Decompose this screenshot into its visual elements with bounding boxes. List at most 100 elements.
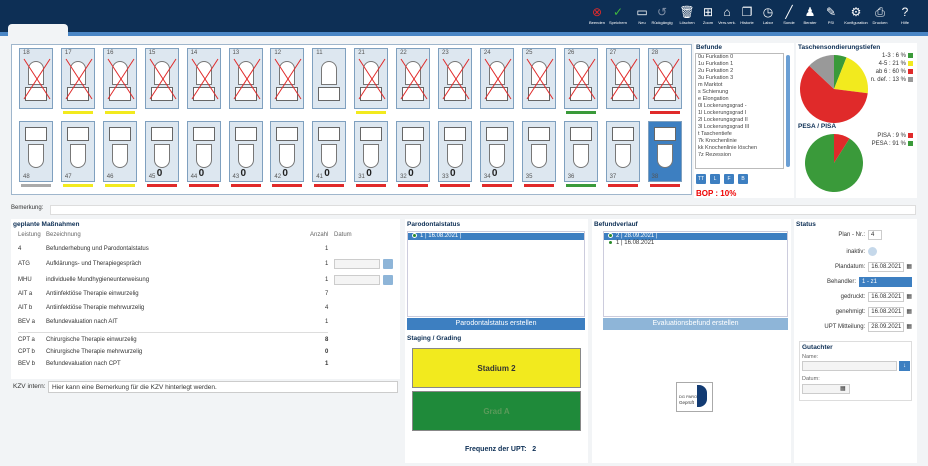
- measure-row[interactable]: MHU individuelle Mundhygieneunterweisung 1: [18, 275, 398, 287]
- tooth[interactable]: 11: [312, 48, 347, 109]
- measure-row[interactable]: CPT a Chirurgische Therapie einwurzelig 8: [18, 337, 398, 347]
- befv-list[interactable]: 2 | 28.09.2021 | 1 | 16.08.2021: [603, 231, 788, 317]
- findings-item[interactable]: s Schienung: [696, 89, 783, 96]
- findings-item[interactable]: 2u Furkation 2: [696, 68, 783, 75]
- tooth[interactable]: 13: [228, 48, 263, 109]
- measure-row[interactable]: ATG Aufklärungs- und Therapiegespräch 1: [18, 259, 398, 271]
- tooth[interactable]: 34 0: [479, 121, 514, 182]
- measure-row[interactable]: BEV b Befundevaluation nach CPT 1: [18, 361, 398, 371]
- calendar-icon[interactable]: ▦: [906, 324, 912, 330]
- dental-chart[interactable]: 18 17 16 15 14 13 12 11 21 22 23 24 25 26 27 28 48 47 46 45…: [11, 44, 692, 195]
- main-tab[interactable]: [8, 24, 68, 36]
- findings-item[interactable]: 1l Lockerungsgrad I: [696, 110, 783, 117]
- datum-label: Datum:: [802, 376, 820, 382]
- findings-item[interactable]: 7k Knochenlinie: [696, 138, 783, 145]
- upt-row: UPT Mitteilung: 28.09.2021 ▦: [824, 322, 912, 333]
- upt-field[interactable]: 28.09.2021: [868, 322, 905, 332]
- tooth[interactable]: 32 0: [396, 121, 431, 182]
- create-evaluation-button[interactable]: Evaluationsbefund erstellen: [603, 318, 788, 330]
- tooth[interactable]: 36: [563, 121, 598, 182]
- remark-input[interactable]: [50, 205, 916, 215]
- genehmigt-field[interactable]: 16.08.2021: [868, 307, 905, 317]
- measure-date-input[interactable]: [334, 259, 380, 269]
- paro-item[interactable]: 1 | 16.08.2021 |: [408, 233, 584, 240]
- tooth[interactable]: 37: [605, 121, 640, 182]
- findings-button-f[interactable]: F: [724, 174, 734, 184]
- tooth[interactable]: 41 0: [312, 121, 347, 182]
- create-paro-status-button[interactable]: Parodontalstatus erstellen: [407, 318, 585, 330]
- plan-number-field[interactable]: 4: [868, 230, 882, 240]
- measure-row[interactable]: AIT a Antiinfektiöse Therapie einwurzelig…: [18, 291, 398, 301]
- tooth[interactable]: 17: [60, 48, 95, 109]
- tooth[interactable]: 26: [563, 48, 598, 109]
- findings-item[interactable]: t Taschentiefe: [696, 131, 783, 138]
- tooth[interactable]: 28: [647, 48, 682, 109]
- legend-swatch-green: [908, 141, 913, 146]
- findings-item[interactable]: 2l Lockerungsgrad II: [696, 117, 783, 124]
- gutachter-name-input[interactable]: [802, 361, 897, 371]
- tooth[interactable]: 45 0: [144, 121, 179, 182]
- findings-item[interactable]: 1u Furkation 1: [696, 61, 783, 68]
- measure-qty: 1: [325, 319, 329, 325]
- tooth[interactable]: 27: [605, 48, 640, 109]
- calendar-icon[interactable]: ▦: [906, 264, 912, 270]
- download-icon[interactable]: ↓: [899, 361, 910, 371]
- measure-date-input[interactable]: [334, 275, 380, 285]
- befv-item-selected[interactable]: 2 | 28.09.2021 |: [604, 233, 787, 240]
- tooth[interactable]: 44 0: [186, 121, 221, 182]
- tooth[interactable]: 25: [521, 48, 556, 109]
- tooth[interactable]: 22: [396, 48, 431, 109]
- tooth[interactable]: 15: [144, 48, 179, 109]
- toolbar-button-hilfe[interactable]: ? Hilfe: [895, 4, 915, 26]
- tooth[interactable]: 21: [354, 48, 389, 109]
- inactive-toggle[interactable]: [868, 247, 877, 256]
- tooth-root: [321, 144, 338, 168]
- tooth[interactable]: 46: [102, 121, 137, 182]
- plandatum-row: Plandatum: 16.08.2021 ▦: [835, 262, 912, 273]
- findings-item[interactable]: 0u Furkation 0: [696, 54, 783, 61]
- findings-item[interactable]: kk Knochenlinie löschen: [696, 145, 783, 152]
- gedruckt-field[interactable]: 16.08.2021: [868, 292, 905, 302]
- tooth[interactable]: 18: [19, 48, 53, 109]
- findings-item[interactable]: 7z Rezession: [696, 152, 783, 159]
- findings-button-l[interactable]: L: [710, 174, 720, 184]
- tooth[interactable]: 16: [102, 48, 137, 109]
- tooth[interactable]: 42 0: [270, 121, 305, 182]
- calendar-icon[interactable]: ▦: [906, 309, 912, 315]
- tooth[interactable]: 24: [479, 48, 514, 109]
- measure-row[interactable]: CPT b Chirurgische Therapie mehrwurzelig 0: [18, 349, 398, 359]
- measure-row[interactable]: 4 Befunderhebung und Parodontalstatus 1: [18, 246, 398, 256]
- kzv-input[interactable]: Hier kann eine Bemerkung für die KZV hin…: [48, 381, 398, 393]
- tooth[interactable]: 38: [647, 121, 682, 182]
- findings-scrollbar[interactable]: [786, 55, 790, 167]
- findings-item[interactable]: e Elongation: [696, 96, 783, 103]
- findings-item[interactable]: m Marktot: [696, 82, 783, 89]
- probe-icon: ╱: [785, 5, 793, 19]
- calendar-icon[interactable]: [383, 259, 393, 269]
- findings-list[interactable]: 0u Furkation 0 1u Furkation 1 2u Furkation…: [695, 53, 784, 169]
- measure-code: AIT a: [18, 291, 33, 297]
- measure-row[interactable]: AIT b Antiinfektiöse Therapie mehrwurzeli…: [18, 305, 398, 315]
- tooth[interactable]: 23: [438, 48, 472, 109]
- tooth[interactable]: 43 0: [228, 121, 263, 182]
- tooth[interactable]: 14: [186, 48, 221, 109]
- tooth[interactable]: 47: [60, 121, 95, 182]
- tooth[interactable]: 48: [19, 121, 53, 182]
- befv-item[interactable]: 1 | 16.08.2021: [604, 240, 654, 247]
- tooth[interactable]: 31 0: [354, 121, 389, 182]
- tooth[interactable]: 33 0: [438, 121, 472, 182]
- paro-list[interactable]: 1 | 16.08.2021 |: [407, 231, 585, 317]
- tooth[interactable]: 12: [270, 48, 305, 109]
- calendar-icon[interactable]: [383, 275, 393, 285]
- findings-item[interactable]: 3u Furkation 3: [696, 75, 783, 82]
- measure-row[interactable]: BEV a Befundevaluation nach AIT 1: [18, 319, 398, 329]
- behandler-select[interactable]: 1 - z1: [859, 277, 912, 287]
- tooth[interactable]: 35: [521, 121, 556, 182]
- plandatum-field[interactable]: 16.08.2021: [868, 262, 905, 272]
- findings-button-tt[interactable]: TT: [696, 174, 706, 184]
- findings-button-b[interactable]: B: [738, 174, 748, 184]
- findings-item[interactable]: 3l Lockerungsgrad III: [696, 124, 783, 131]
- calendar-icon[interactable]: ▦: [840, 385, 846, 392]
- calendar-icon[interactable]: ▦: [906, 294, 912, 300]
- findings-item[interactable]: 0l Lockerungsgrad -: [696, 103, 783, 110]
